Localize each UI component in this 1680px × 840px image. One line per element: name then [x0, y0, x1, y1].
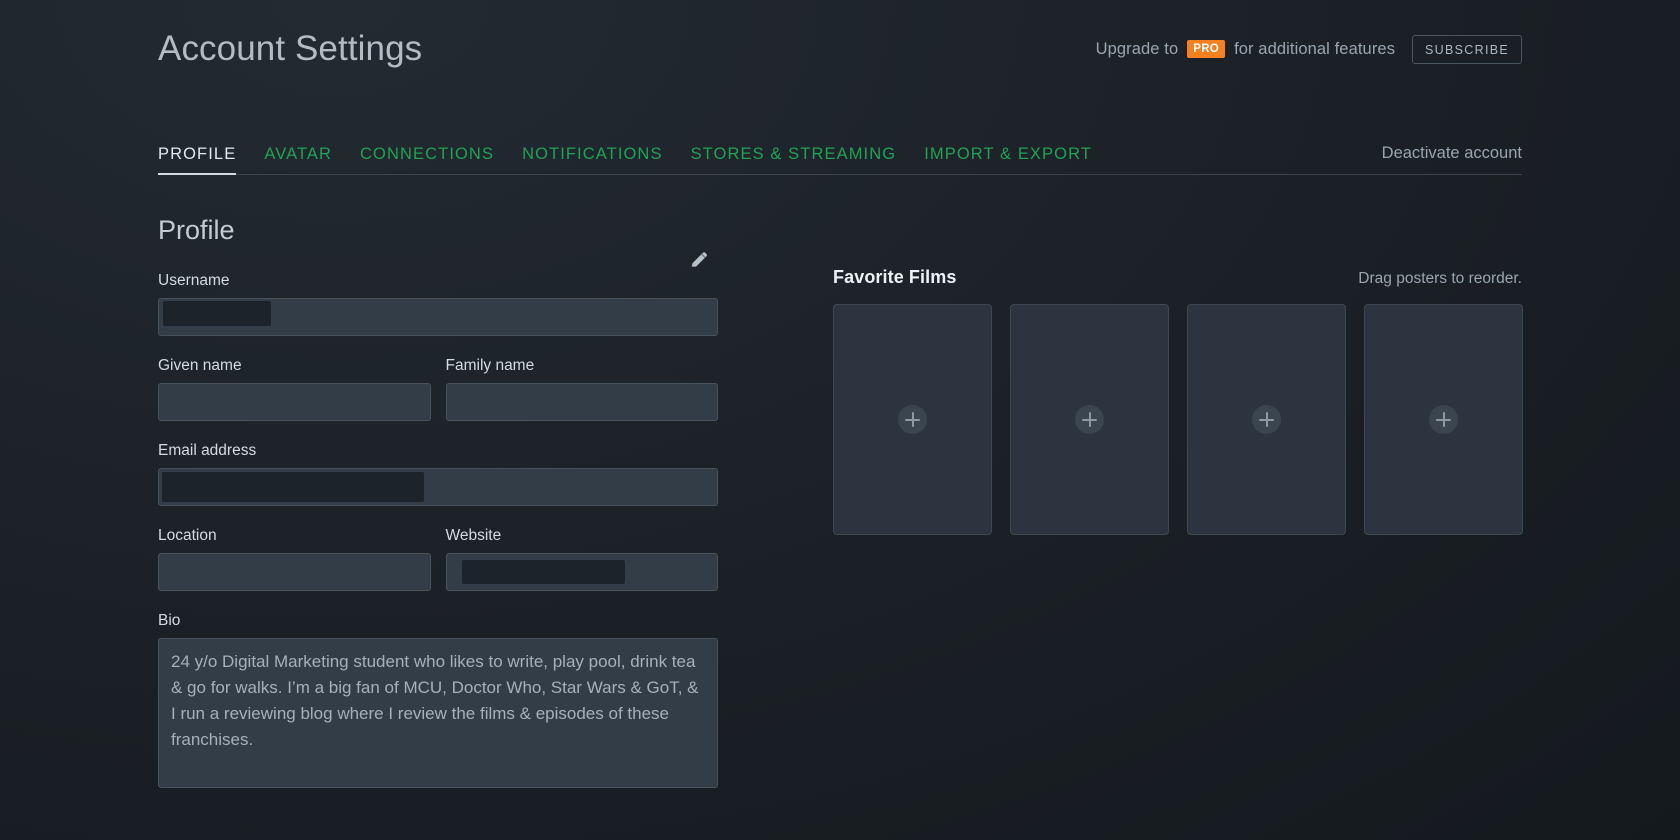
- bio-field-group: Bio 24 y/o Digital Marketing student who…: [158, 612, 718, 789]
- website-field-group: Website: [445, 527, 718, 592]
- pencil-icon[interactable]: [688, 249, 710, 271]
- username-field-group: Username Doc JDE: [158, 252, 718, 337]
- settings-content: Profile Username Doc JDE Given: [158, 217, 1523, 809]
- favorite-films-title: Favorite Films: [833, 267, 957, 287]
- plus-icon: [1075, 405, 1104, 434]
- bio-label: Bio: [158, 612, 181, 630]
- tab-avatar[interactable]: AVATAR: [264, 145, 332, 174]
- profile-section-title: Profile: [158, 215, 235, 245]
- bio-textarea[interactable]: 24 y/o Digital Marketing student who lik…: [158, 638, 718, 789]
- poster-slot-3[interactable]: [1187, 304, 1346, 535]
- username-label: Username: [158, 272, 230, 289]
- website-redaction: [461, 560, 625, 585]
- username-input[interactable]: Doc JDE: [158, 298, 718, 337]
- username-redaction: [163, 301, 271, 327]
- tab-connections[interactable]: CONNECTIONS: [360, 145, 494, 174]
- given-name-label: Given name: [158, 357, 242, 375]
- website-label: Website: [445, 527, 502, 545]
- favorite-films-hint: Drag posters to reorder.: [1358, 270, 1522, 287]
- deactivate-account-link[interactable]: Deactivate account: [1382, 144, 1522, 174]
- given-name-field-group: Given name: [158, 357, 431, 422]
- family-name-label: Family name: [445, 357, 535, 375]
- tab-stores-streaming[interactable]: STORES & STREAMING: [691, 145, 897, 174]
- upgrade-suffix-label: for additional features: [1234, 39, 1396, 58]
- location-website-row: Location Website: [158, 527, 718, 612]
- favorite-films-poster-row: [833, 304, 1523, 535]
- email-field-group: Email address: [158, 442, 718, 507]
- family-name-input[interactable]: [445, 383, 718, 422]
- location-label: Location: [158, 527, 217, 545]
- page-title: Account Settings: [158, 28, 423, 68]
- plus-icon: [898, 405, 927, 434]
- poster-slot-1[interactable]: [833, 304, 992, 535]
- upgrade-prefix-label: Upgrade to: [1095, 39, 1179, 58]
- account-settings-page: Account Settings Upgrade to PRO for addi…: [0, 0, 1680, 840]
- tab-import-export[interactable]: IMPORT & EXPORT: [924, 145, 1092, 174]
- poster-slot-4[interactable]: [1364, 304, 1523, 535]
- page-header: Account Settings Upgrade to PRO for addi…: [158, 0, 1522, 92]
- tab-notifications[interactable]: NOTIFICATIONS: [522, 145, 663, 174]
- tab-list: PROFILE AVATAR CONNECTIONS NOTIFICATIONS…: [158, 145, 1092, 175]
- location-field-group: Location: [158, 527, 431, 592]
- poster-slot-2[interactable]: [1010, 304, 1169, 535]
- email-input[interactable]: [158, 468, 718, 507]
- upgrade-banner: Upgrade to PRO for additional features S…: [1096, 29, 1522, 64]
- name-fields-row: Given name Family name: [158, 357, 718, 442]
- email-label: Email address: [158, 442, 257, 460]
- family-name-field-group: Family name: [445, 357, 718, 422]
- tab-profile[interactable]: PROFILE: [158, 145, 237, 175]
- subscribe-button[interactable]: SUBSCRIBE: [1412, 34, 1522, 64]
- given-name-input[interactable]: [158, 383, 431, 422]
- pro-badge: PRO: [1187, 39, 1226, 59]
- favorite-films-column: Favorite Films Drag posters to reorder.: [718, 217, 1523, 809]
- website-input[interactable]: [445, 553, 718, 592]
- profile-form-column: Profile Username Doc JDE Given: [158, 217, 718, 809]
- location-input[interactable]: [158, 553, 431, 592]
- plus-icon: [1252, 405, 1281, 434]
- email-redaction: [162, 472, 424, 503]
- favorite-films-header: Favorite Films Drag posters to reorder.: [833, 267, 1523, 288]
- plus-icon: [1429, 405, 1458, 434]
- settings-tabbar: PROFILE AVATAR CONNECTIONS NOTIFICATIONS…: [158, 121, 1522, 175]
